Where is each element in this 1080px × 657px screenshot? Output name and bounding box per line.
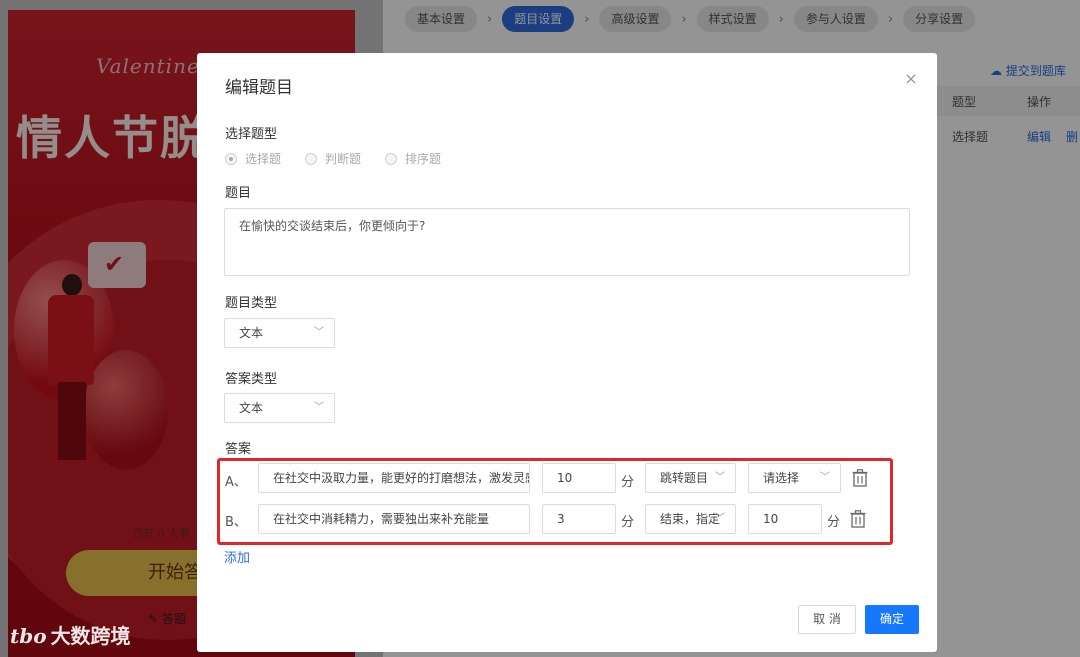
watermark-logo: tbo: [10, 624, 47, 648]
score-unit-b: 分: [621, 515, 635, 530]
radio-sort[interactable]: 排序题: [385, 150, 441, 167]
answer-target-value-a: 请选择: [763, 471, 800, 485]
target-unit-b: 分: [827, 515, 841, 530]
question-type-label: 选择题型: [225, 127, 278, 142]
answer-text-input-b[interactable]: 在社交中消耗精力，需要独出来补充能量: [258, 504, 530, 534]
topic-type-select[interactable]: 文本 ﹀: [224, 318, 335, 348]
answer-score-input-a[interactable]: 10: [542, 463, 616, 493]
edit-question-dialog: 编辑题目 × 选择题型 选择题 判断题 排序题 题目 在愉快的交谈结束后，你更倾…: [197, 53, 937, 652]
watermark-text: 大数跨境: [50, 624, 131, 648]
answer-action-select-b[interactable]: 结束，指定 ﹀: [645, 504, 736, 534]
topic-type-value: 文本: [239, 326, 264, 340]
dialog-title: 编辑题目: [225, 78, 293, 98]
answer-type-value: 文本: [239, 401, 264, 415]
answer-action-select-a[interactable]: 跳转题目 ﹀: [645, 463, 736, 493]
answer-text-input-a[interactable]: 在社交中汲取力量，能更好的打磨想法，激发灵感: [258, 463, 530, 493]
answer-type-label: 答案类型: [225, 372, 278, 387]
option-letter-b: B、: [225, 515, 247, 530]
question-label: 题目: [225, 186, 252, 201]
chevron-down-icon: ﹀: [314, 402, 324, 413]
confirm-button[interactable]: 确定: [865, 605, 919, 634]
question-textarea[interactable]: 在愉快的交谈结束后，你更倾向于?: [224, 208, 910, 276]
cancel-button[interactable]: 取 消: [798, 605, 856, 634]
trash-icon[interactable]: [850, 510, 866, 528]
answer-score-input-b[interactable]: 3: [542, 504, 616, 534]
radio-label: 选择题: [245, 152, 282, 166]
chevron-down-icon: ﹀: [715, 472, 725, 483]
answer-target-select-a[interactable]: 请选择 ﹀: [748, 463, 841, 493]
watermark: tbo 大数跨境: [10, 620, 131, 649]
radio-icon: [305, 152, 318, 165]
chevron-down-icon: ﹀: [820, 472, 830, 483]
radio-judge[interactable]: 判断题: [305, 150, 361, 167]
radio-checked-icon: [225, 152, 237, 165]
close-icon[interactable]: ×: [903, 71, 919, 87]
question-type-radio-group: 选择题 判断题 排序题: [225, 150, 441, 167]
option-letter-a: A、: [225, 475, 247, 490]
chevron-down-icon: ﹀: [715, 513, 725, 524]
answer-action-value-b: 结束，指定: [660, 512, 721, 526]
answer-type-select[interactable]: 文本 ﹀: [224, 393, 335, 423]
answer-action-value-a: 跳转题目: [660, 471, 709, 485]
radio-choice[interactable]: 选择题: [225, 150, 281, 167]
chevron-down-icon: ﹀: [314, 327, 324, 338]
topic-type-label: 题目类型: [225, 296, 278, 311]
radio-label: 判断题: [325, 152, 362, 166]
add-answer-link[interactable]: 添加: [224, 547, 250, 566]
score-unit-a: 分: [621, 475, 635, 490]
answers-label: 答案: [225, 442, 252, 457]
answer-target-input-b[interactable]: 10: [748, 504, 822, 534]
trash-icon[interactable]: [852, 469, 868, 487]
radio-label: 排序题: [405, 152, 442, 166]
radio-icon: [385, 152, 398, 165]
